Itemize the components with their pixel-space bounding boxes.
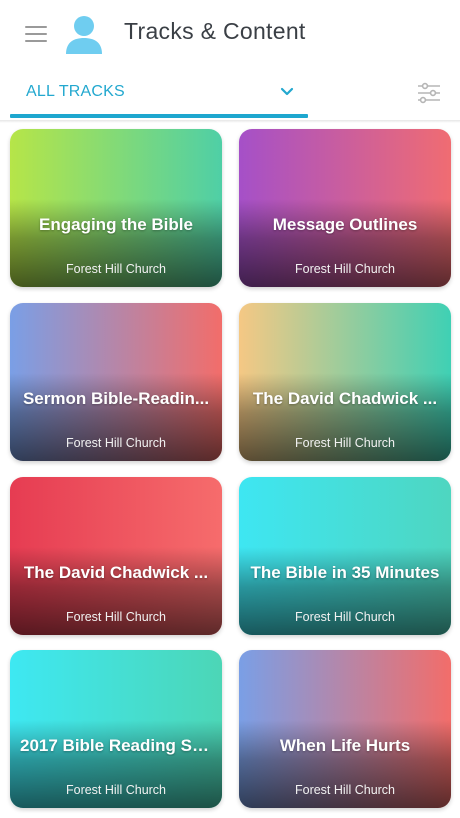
app-header: Tracks & Content	[0, 0, 460, 68]
chevron-down-icon[interactable]	[279, 84, 295, 100]
track-filter-bar: ALL TRACKS	[0, 68, 460, 120]
track-title: The Bible in 35 Minutes	[250, 563, 440, 582]
track-church: Forest Hill Church	[65, 610, 167, 624]
track-title: The David Chadwick ...	[23, 563, 209, 582]
track-title: The David Chadwick ...	[252, 389, 438, 408]
track-title: Message Outlines	[272, 215, 418, 234]
track-church: Forest Hill Church	[294, 436, 396, 450]
track-church: Forest Hill Church	[294, 783, 396, 797]
tabbar-divider	[0, 120, 460, 123]
filter-sliders-icon[interactable]	[417, 82, 441, 104]
track-title: 2017 Bible Reading Sc...	[20, 736, 212, 755]
track-church: Forest Hill Church	[65, 436, 167, 450]
hamburger-menu-icon[interactable]	[25, 26, 47, 42]
tab-all-tracks[interactable]: ALL TRACKS	[26, 83, 125, 101]
track-church: Forest Hill Church	[65, 262, 167, 276]
track-card[interactable]: The Bible in 35 Minutes Forest Hill Chur…	[239, 477, 451, 635]
user-avatar-icon[interactable]	[64, 14, 104, 56]
track-card[interactable]: When Life Hurts Forest Hill Church	[239, 650, 451, 808]
track-title: Sermon Bible-Readin...	[22, 389, 210, 408]
track-church: Forest Hill Church	[294, 262, 396, 276]
track-card[interactable]: Sermon Bible-Readin... Forest Hill Churc…	[10, 303, 222, 461]
page-title: Tracks & Content	[124, 18, 306, 44]
track-church: Forest Hill Church	[65, 783, 167, 797]
track-card[interactable]: The David Chadwick ... Forest Hill Churc…	[239, 303, 451, 461]
track-card[interactable]: Message Outlines Forest Hill Church	[239, 129, 451, 287]
track-title: When Life Hurts	[279, 736, 411, 755]
track-title: Engaging the Bible	[39, 215, 193, 234]
track-card[interactable]: Engaging the Bible Forest Hill Church	[10, 129, 222, 287]
active-tab-indicator	[10, 114, 308, 118]
track-church: Forest Hill Church	[294, 610, 396, 624]
track-card[interactable]: 2017 Bible Reading Sc... Forest Hill Chu…	[10, 650, 222, 808]
track-card[interactable]: The David Chadwick ... Forest Hill Churc…	[10, 477, 222, 635]
